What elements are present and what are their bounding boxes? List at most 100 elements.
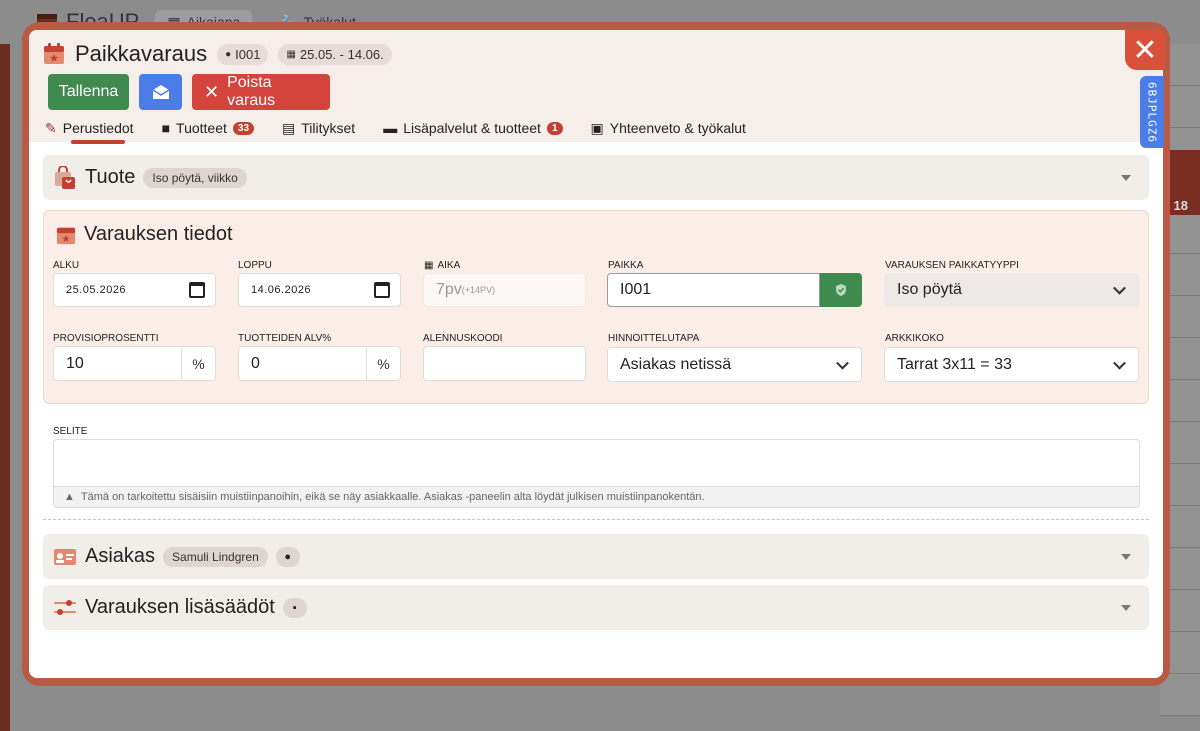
email-button[interactable]: [139, 74, 182, 110]
calendar-icon: ▦: [286, 48, 296, 60]
products-count-badge: 33: [232, 121, 255, 135]
modal-header: Paikkavaraus ● I001 ▦ 25.05. - 14.06. Ta…: [29, 30, 1163, 144]
tab-perustiedot[interactable]: ✎ Perustiedot: [45, 116, 134, 140]
discount-code-input[interactable]: [423, 346, 586, 381]
reservation-details-panel: Varauksen tiedot ALKU 25.05.2026 LOPPU 1…: [43, 210, 1149, 404]
sheet-size-select[interactable]: Tarrat 3x11 = 33: [884, 347, 1139, 382]
pencil-icon: ✎: [45, 119, 57, 136]
title-row: Paikkavaraus ● I001 ▦ 25.05. - 14.06.: [43, 40, 1149, 68]
receipt-icon: ▤: [282, 119, 296, 136]
alv-label: TUOTTEIDEN ALV%: [238, 333, 332, 344]
paikka-input[interactable]: I001: [607, 273, 820, 307]
alv-input[interactable]: 0 %: [238, 346, 401, 381]
details-title-text: Varauksen tiedot: [84, 223, 233, 245]
internal-notes-hint-text: Tämä on tarkoitettu sisäisiin muistiinpa…: [80, 491, 705, 503]
tab-tilitykset[interactable]: ▤ Tilitykset: [282, 116, 355, 140]
product-section[interactable]: Tuote Iso pöytä, viikko: [43, 155, 1149, 200]
tab-bar: ✎ Perustiedot ■ Tuotteet 33 ▤ Tilitykset…: [45, 116, 1149, 144]
tab-label: Perustiedot: [62, 120, 134, 136]
customer-name-chip: Samuli Lindgren: [163, 546, 268, 567]
sliders-icon: [54, 599, 76, 615]
document-icon: ▪: [282, 597, 307, 618]
internal-notes-textarea[interactable]: [53, 439, 1140, 487]
loppu-value: 14.06.2026: [251, 284, 312, 296]
percent-suffix: %: [181, 347, 215, 380]
loppu-date-input[interactable]: 14.06.2026: [238, 273, 401, 307]
aika-label: AIKA: [437, 260, 461, 271]
delete-reservation-label: Poista varaus: [227, 74, 276, 109]
place-chip: ● I001: [217, 43, 269, 65]
calendar-star-icon: [56, 227, 76, 244]
extra-settings-section[interactable]: Varauksen lisäsäädöt ▪: [43, 585, 1149, 630]
calculator-icon: ▣: [590, 119, 604, 136]
modal-title: Paikkavaraus: [75, 41, 208, 66]
services-count-badge: 1: [546, 121, 563, 135]
tab-label: Lisäpalvelut & tuotteet: [403, 120, 541, 136]
product-chip: Iso pöytä, viikko: [143, 167, 247, 188]
chevron-down-icon[interactable]: [1121, 174, 1131, 181]
hinnoittelu-value: Asiakas netissä: [620, 355, 732, 373]
chevron-down-icon[interactable]: [1121, 553, 1131, 560]
aika-field: 7pv (+14PV): [423, 273, 586, 307]
warning-icon: ▲: [64, 491, 75, 503]
tab-label: Yhteenveto & työkalut: [609, 120, 746, 136]
aika-label-row: ▦ AIKA: [424, 260, 460, 271]
selite-label: SELITE: [53, 426, 88, 437]
reservation-modal: Paikkavaraus ● I001 ▦ 25.05. - 14.06. Ta…: [29, 30, 1163, 678]
provisio-input[interactable]: 10 %: [53, 346, 216, 381]
piggy-bank-icon: ●: [275, 546, 300, 567]
percent-suffix: %: [366, 347, 400, 380]
action-buttons: Tallenna ✕ Poista varaus: [48, 74, 1149, 110]
alku-label: ALKU: [53, 260, 80, 271]
chevron-down-icon: [1113, 356, 1126, 370]
paikkatyyppi-select[interactable]: Iso pöytä: [884, 273, 1139, 307]
tab-yhteenveto[interactable]: ▣ Yhteenveto & työkalut: [591, 116, 746, 140]
date-chip: ▦ 25.05. - 14.06.: [278, 43, 392, 65]
shopping-bag-icon: ■: [161, 120, 171, 136]
internal-notes-hint: ▲ Tämä on tarkoitettu sisäisiin muistiin…: [53, 486, 1140, 508]
section-divider: [43, 519, 1149, 520]
shopping-bag-icon: [55, 165, 75, 189]
close-icon: ✕: [1132, 33, 1158, 67]
chevron-down-icon[interactable]: [1121, 604, 1131, 611]
chevron-down-icon: [1113, 281, 1126, 295]
hinnoittelu-label: HINNOITTELUTAPA: [608, 333, 700, 344]
paikka-label: PAIKKA: [608, 260, 644, 271]
aika-extra: (+14PV): [461, 285, 496, 295]
paikkatyyppi-label: VARAUKSEN PAIKKATYYPPI: [885, 260, 1019, 271]
close-button[interactable]: ✕: [1125, 30, 1165, 70]
reservation-code-tag[interactable]: 6BJPLGZ6: [1140, 76, 1164, 148]
date-chip-label: 25.05. - 14.06.: [299, 46, 384, 62]
aika-value: 7pv: [436, 281, 462, 298]
tab-tuotteet[interactable]: ■ Tuotteet 33: [161, 116, 255, 140]
calendar-icon[interactable]: [374, 282, 390, 298]
shield-check-icon: [836, 284, 846, 296]
calendar-icon[interactable]: [189, 282, 205, 298]
alku-value: 25.05.2026: [66, 284, 127, 296]
tab-lisapalvelut[interactable]: ▬ Lisäpalvelut & tuotteet 1: [383, 116, 563, 140]
alku-date-input[interactable]: 25.05.2026: [53, 273, 216, 307]
tab-label: Tuotteet: [176, 120, 227, 136]
arkkikoko-label: ARKKIKOKO: [885, 333, 944, 344]
delete-reservation-button[interactable]: ✕ Poista varaus: [192, 74, 330, 110]
pricing-method-select[interactable]: Asiakas netissä: [607, 347, 862, 382]
background-row: [1160, 674, 1200, 716]
customer-section-title: Asiakas: [85, 545, 156, 567]
provisio-value: 10: [66, 354, 84, 372]
place-verified-button[interactable]: [820, 273, 862, 307]
chevron-down-icon: [836, 356, 849, 370]
calendar-icon: ▦: [424, 260, 434, 271]
customer-section[interactable]: Asiakas Samuli Lindgren ●: [43, 534, 1149, 579]
close-x-icon: ✕: [204, 81, 220, 102]
envelope-open-icon: [152, 85, 169, 99]
arkkikoko-value: Tarrat 3x11 = 33: [897, 355, 1012, 373]
extra-settings-title: Varauksen lisäsäädöt: [85, 596, 275, 618]
background-row-number: 18: [1173, 198, 1188, 213]
place-chip-label: I001: [235, 46, 261, 62]
loppu-label: LOPPU: [238, 260, 272, 271]
wallet-icon: ▬: [383, 120, 398, 136]
paikka-value: I001: [620, 281, 652, 298]
save-button[interactable]: Tallenna: [48, 74, 129, 110]
background-left-bar: [0, 44, 10, 731]
reservation-details-title: Varauksen tiedot: [56, 223, 233, 246]
